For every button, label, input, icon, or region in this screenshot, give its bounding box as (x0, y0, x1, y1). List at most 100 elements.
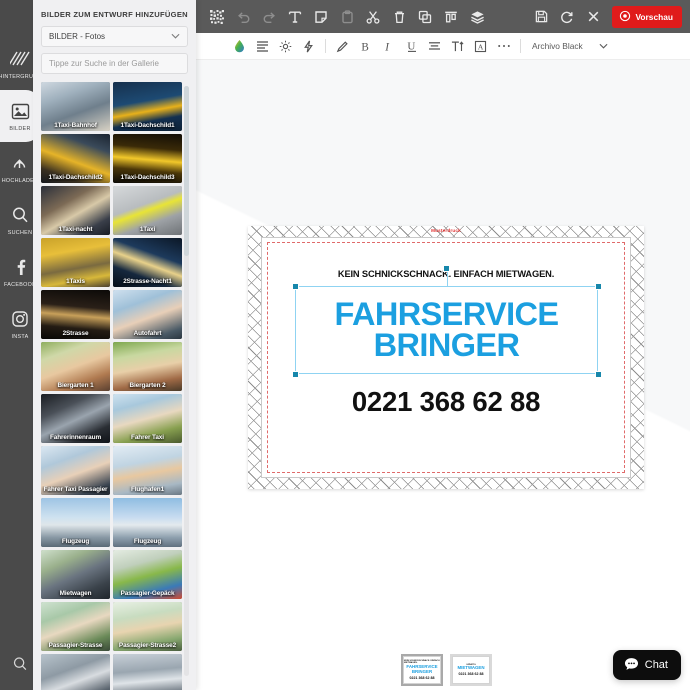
undo-icon[interactable] (230, 4, 256, 30)
shuffle-icon[interactable] (204, 4, 230, 30)
gallery-thumbnail[interactable]: Passagier-Strasse (41, 602, 110, 651)
chat-widget-button[interactable]: Chat (612, 650, 681, 680)
gallery-thumbnail-label: 1Taxi-Bahnhof (54, 122, 97, 129)
gallery-search-input[interactable]: Tippe zur Suche in der Gallerie (41, 53, 188, 74)
list-icon[interactable] (251, 35, 274, 58)
toolbar-divider-2 (520, 39, 521, 53)
gallery-thumbnail-image (41, 654, 110, 690)
italic-icon[interactable]: I (377, 35, 400, 58)
pattern-icon (10, 48, 30, 70)
page-thumbnail-2[interactable]: GÜNSTIG MIETWAGEN 0221 368 62 88 (450, 654, 492, 686)
selected-text-element[interactable]: FAHRSERVICE BRINGER (291, 265, 602, 378)
gallery-thumbnail[interactable]: Biergarten 1 (41, 342, 110, 391)
gallery-thumbnail-image (113, 654, 182, 690)
headline-line-2: BRINGER (373, 327, 520, 363)
search-icon (11, 204, 29, 226)
preview-button-label: Vorschau (635, 11, 673, 22)
design-phone-number[interactable]: 0221 368 62 88 (262, 386, 630, 418)
gallery-thumbnail[interactable]: Passagier-Strasse2 (113, 602, 182, 651)
gallery-thumbnail-label: 1Taxi-Dachschild1 (120, 122, 175, 129)
design-page[interactable]: KEIN SCHNICKSCHNACK. EINFACH MIETWAGEN. … (261, 237, 631, 478)
resize-handle-top-right[interactable] (594, 282, 602, 290)
gallery-thumbnail[interactable]: Autofahrt (113, 290, 182, 339)
gallery-thumbnail[interactable]: 1Taxi-nacht (41, 186, 110, 235)
gallery-thumbnail[interactable]: Biergarten 2 (113, 342, 182, 391)
more-icon[interactable] (492, 35, 515, 58)
layers-icon[interactable] (464, 4, 490, 30)
close-icon[interactable] (580, 4, 606, 30)
page-thumbnail-2-preview: GÜNSTIG MIETWAGEN 0221 368 62 88 (452, 656, 490, 684)
gallery-thumbnail[interactable] (113, 654, 182, 690)
resize-handle-top-left[interactable] (291, 282, 299, 290)
canvas-area[interactable]: Musterdruck KEIN SCHNICKSCHNACK. EINFACH… (196, 60, 690, 690)
gallery-thumbnail-label: 2Strasse-Nacht1 (123, 278, 172, 285)
resize-handle-bottom-left[interactable] (291, 370, 299, 378)
preview-button[interactable]: Vorschau (612, 5, 682, 28)
gallery-thumbnail-label: Flughafen1 (130, 486, 165, 493)
gallery-thumbnail[interactable]: Fahrerinnenraum (41, 394, 110, 443)
align-icon[interactable] (438, 4, 464, 30)
gallery-thumbnail[interactable]: 1Taxi (113, 186, 182, 235)
resize-handle-bottom-right[interactable] (594, 370, 602, 378)
toolbar-divider (325, 39, 326, 53)
text-frame-icon[interactable]: A (469, 35, 492, 58)
gallery-scroll-area[interactable]: 1Taxi-Bahnhof 1Taxi-Dachschild1 1Taxi-Dach… (41, 82, 190, 690)
effects-icon[interactable] (274, 35, 297, 58)
gallery-thumbnail[interactable]: 1Taxi-Dachschild1 (113, 82, 182, 131)
gallery-thumbnail[interactable]: 1Taxi-Dachschild2 (41, 134, 110, 183)
gallery-thumbnail[interactable]: 1Taxis (41, 238, 110, 287)
gallery-thumbnail[interactable]: 1Taxi-Bahnhof (41, 82, 110, 131)
align-text-icon[interactable] (423, 35, 446, 58)
refresh-icon[interactable] (554, 4, 580, 30)
gallery-thumbnail-label: Passagier-Strasse2 (118, 642, 177, 649)
gallery-thumbnail[interactable]: Mietwagen (41, 550, 110, 599)
gallery-thumbnail[interactable] (41, 654, 110, 690)
trash-icon[interactable] (386, 4, 412, 30)
gallery-scrollbar-thumb[interactable] (184, 86, 189, 256)
save-icon[interactable] (528, 4, 554, 30)
paste-icon[interactable] (334, 4, 360, 30)
text-icon[interactable] (282, 4, 308, 30)
svg-text:A: A (478, 42, 484, 51)
pen-icon[interactable] (331, 35, 354, 58)
gallery-thumbnail-label: Fahrer Taxi (131, 434, 164, 441)
gallery-thumbnail-label: Fahrerinnenraum (49, 434, 102, 441)
gallery-thumbnail-label: Passagier-Gepäck (120, 590, 175, 597)
gallery-thumbnail[interactable]: Fahrer Taxi Passagier (41, 446, 110, 495)
panel-title: BILDER ZUM ENTWURF HINZUFÜGEN (41, 10, 188, 19)
scissors-icon[interactable] (360, 4, 386, 30)
editor-app: HINTERGRUND BILDER HOCHLADEN SUCHEN FACE (0, 0, 690, 690)
gallery-thumbnail[interactable]: Fahrer Taxi (113, 394, 182, 443)
page-thumbnails: KEIN SCHNICKSCHNACK. EINFACH MIETWAGEN. … (401, 654, 492, 686)
gallery-thumbnail[interactable]: 2Strasse (41, 290, 110, 339)
category-select[interactable]: BILDER - Fotos (41, 26, 188, 47)
page-thumbnail-1[interactable]: KEIN SCHNICKSCHNACK. EINFACH MIETWAGEN. … (401, 654, 443, 686)
gallery-thumbnail-label: Passagier-Strasse (48, 642, 103, 649)
gallery-thumbnail[interactable]: 1Taxi-Dachschild3 (113, 134, 182, 183)
color-drop-icon[interactable] (228, 35, 251, 58)
underline-icon[interactable]: U (400, 35, 423, 58)
flash-icon[interactable] (297, 35, 320, 58)
chat-widget-label: Chat (644, 659, 668, 671)
redo-icon[interactable] (256, 4, 282, 30)
gallery-thumbnail-label: Biergarten 1 (57, 382, 94, 389)
gallery-thumbnail[interactable]: Passagier-Gepäck (113, 550, 182, 599)
gallery-thumbnail[interactable]: Flugzeug (41, 498, 110, 547)
rotate-handle[interactable] (443, 265, 450, 272)
gallery-thumbnail[interactable]: Flugzeug (113, 498, 182, 547)
bold-icon[interactable]: B (354, 35, 377, 58)
main-toolbar: Vorschau (196, 0, 690, 33)
page-thumbnail-1-preview: KEIN SCHNICKSCHNACK. EINFACH MIETWAGEN. … (403, 656, 441, 684)
artboard[interactable]: Musterdruck KEIN SCHNICKSCHNACK. EINFACH… (248, 226, 644, 489)
design-headline[interactable]: FAHRSERVICE BRINGER (295, 286, 598, 374)
gallery-thumbnail[interactable]: Flughafen1 (113, 446, 182, 495)
line-height-icon[interactable] (446, 35, 469, 58)
gallery-scrollbar[interactable] (184, 86, 189, 676)
gallery-thumbnail-label: 1Taxi-Dachschild3 (120, 174, 175, 181)
eye-icon (619, 10, 631, 24)
copy-icon[interactable] (412, 4, 438, 30)
font-family-select[interactable]: Archivo Black (532, 41, 608, 51)
watermark-label: Musterdruck (431, 227, 461, 233)
gallery-thumbnail[interactable]: 2Strasse-Nacht1 (113, 238, 182, 287)
sticker-icon[interactable] (308, 4, 334, 30)
